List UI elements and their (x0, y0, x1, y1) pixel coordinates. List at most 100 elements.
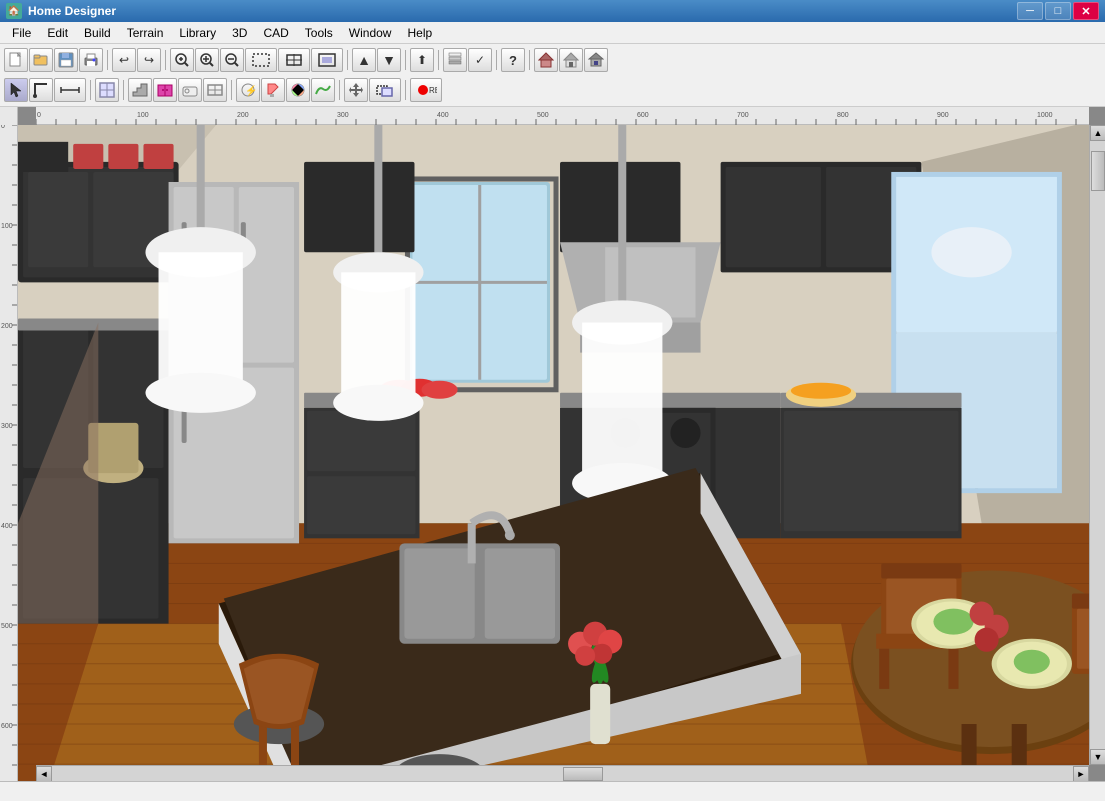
toolbar-1: ↩ ↪ ▲ (4, 46, 1101, 74)
viewport-inner[interactable] (18, 125, 1089, 781)
svg-text:200: 200 (1, 323, 13, 330)
toolbar-area: ↩ ↪ ▲ (0, 44, 1105, 107)
scroll-right-button[interactable]: ► (1073, 766, 1089, 781)
toolbar-separator (438, 50, 439, 70)
horizontal-scrollbar[interactable]: ◄ ► (36, 765, 1089, 781)
scroll-left-button[interactable]: ◄ (36, 766, 52, 781)
svg-text:0: 0 (37, 112, 41, 119)
cabinet-button[interactable] (153, 78, 177, 102)
vertical-scrollbar[interactable]: ▲ ▼ (1089, 125, 1105, 765)
menu-edit[interactable]: Edit (39, 24, 76, 42)
zoom-out-button[interactable] (220, 48, 244, 72)
toolbar-separator (405, 80, 406, 100)
menu-help[interactable]: Help (399, 24, 440, 42)
svg-text:800: 800 (837, 112, 849, 119)
title-bar: 🏠 Home Designer ─ □ ✕ (0, 0, 1105, 22)
zoom-extent-button[interactable] (278, 48, 310, 72)
menu-bar: File Edit Build Terrain Library 3D CAD T… (0, 22, 1105, 44)
svg-text:600: 600 (637, 112, 649, 119)
zoom-in-button[interactable] (195, 48, 219, 72)
toolbar-separator (107, 50, 108, 70)
roof-button[interactable] (534, 48, 558, 72)
check-button[interactable]: ✓ (468, 48, 492, 72)
kitchen-scene (18, 125, 1089, 781)
move-button[interactable] (344, 78, 368, 102)
svg-text:400: 400 (437, 112, 449, 119)
svg-text:400: 400 (1, 523, 13, 530)
top-ruler: 01002003004005006007008009001000 (36, 107, 1089, 125)
toolbar-separator (529, 50, 530, 70)
up-arrow-button[interactable]: ⬆ (410, 48, 434, 72)
svg-text:300: 300 (337, 112, 349, 119)
draw-walls-button[interactable] (29, 78, 53, 102)
print-button[interactable] (79, 48, 103, 72)
toolbar-separator (123, 80, 124, 100)
undo-button[interactable]: ↩ (112, 48, 136, 72)
maximize-button[interactable]: □ (1045, 2, 1071, 20)
layers-button[interactable] (443, 48, 467, 72)
stair-button[interactable] (128, 78, 152, 102)
menu-3d[interactable]: 3D (224, 24, 255, 42)
electrical-button[interactable]: ⚡ (236, 78, 260, 102)
dimensions-button[interactable] (54, 78, 86, 102)
new-button[interactable] (4, 48, 28, 72)
app-icon: 🏠 (6, 3, 22, 19)
menu-cad[interactable]: CAD (255, 24, 296, 42)
menu-library[interactable]: Library (171, 24, 224, 42)
svg-text:100: 100 (1, 223, 13, 230)
fit-window-button[interactable] (311, 48, 343, 72)
toolbar-separator (347, 50, 348, 70)
window-controls: ─ □ ✕ (1017, 2, 1099, 20)
svg-text:0: 0 (1, 125, 5, 130)
menu-file[interactable]: File (4, 24, 39, 42)
svg-text:500: 500 (1, 623, 13, 630)
scroll-thumb-horizontal[interactable] (563, 767, 603, 781)
svg-text:200: 200 (237, 112, 249, 119)
svg-text:1000: 1000 (1037, 112, 1053, 119)
open-button[interactable] (29, 48, 53, 72)
house-button[interactable] (559, 48, 583, 72)
save-button[interactable] (54, 48, 78, 72)
scroll-track-horizontal[interactable] (52, 766, 1073, 781)
fixture-button[interactable] (178, 78, 202, 102)
scroll-down-button[interactable]: ▼ (1090, 749, 1105, 765)
svg-text:500: 500 (537, 112, 549, 119)
window-place-button[interactable] (203, 78, 227, 102)
svg-text:900: 900 (937, 112, 949, 119)
help-button[interactable]: ? (501, 48, 525, 72)
left-ruler: 0100200300400500600 (0, 107, 18, 781)
viewport[interactable]: 01002003004005006007008009001000 (18, 107, 1105, 781)
toolbar-separator (165, 50, 166, 70)
close-button[interactable]: ✕ (1073, 2, 1099, 20)
scroll-track-vertical[interactable] (1090, 141, 1105, 749)
toolbar-separator (231, 80, 232, 100)
zoom-box-button[interactable] (245, 48, 277, 72)
menu-tools[interactable]: Tools (297, 24, 341, 42)
svg-text:REC: REC (429, 86, 437, 95)
minimize-button[interactable]: ─ (1017, 2, 1043, 20)
toolbar-separator (339, 80, 340, 100)
redo-button[interactable]: ↪ (137, 48, 161, 72)
scroll-up-button[interactable]: ▲ (1090, 125, 1105, 141)
record-button[interactable]: REC (410, 78, 442, 102)
camera-house-button[interactable] (584, 48, 608, 72)
transform-button[interactable] (369, 78, 401, 102)
menu-build[interactable]: Build (76, 24, 119, 42)
paint-button[interactable] (261, 78, 285, 102)
svg-text:600: 600 (1, 723, 13, 730)
menu-window[interactable]: Window (341, 24, 400, 42)
materials-button[interactable] (286, 78, 310, 102)
toolbar-separator (496, 50, 497, 70)
toolbar-separator (90, 80, 91, 100)
window-title: Home Designer (28, 4, 1017, 18)
terrain-tool-button[interactable] (311, 78, 335, 102)
next-floor-button[interactable]: ▼ (377, 48, 401, 72)
zoom-magnify-button[interactable] (170, 48, 194, 72)
menu-terrain[interactable]: Terrain (119, 24, 172, 42)
scroll-thumb-vertical[interactable] (1091, 151, 1105, 191)
prev-floor-button[interactable]: ▲ (352, 48, 376, 72)
svg-text:700: 700 (737, 112, 749, 119)
select-button[interactable] (4, 78, 28, 102)
toolbar-separator (405, 50, 406, 70)
rooms-button[interactable] (95, 78, 119, 102)
